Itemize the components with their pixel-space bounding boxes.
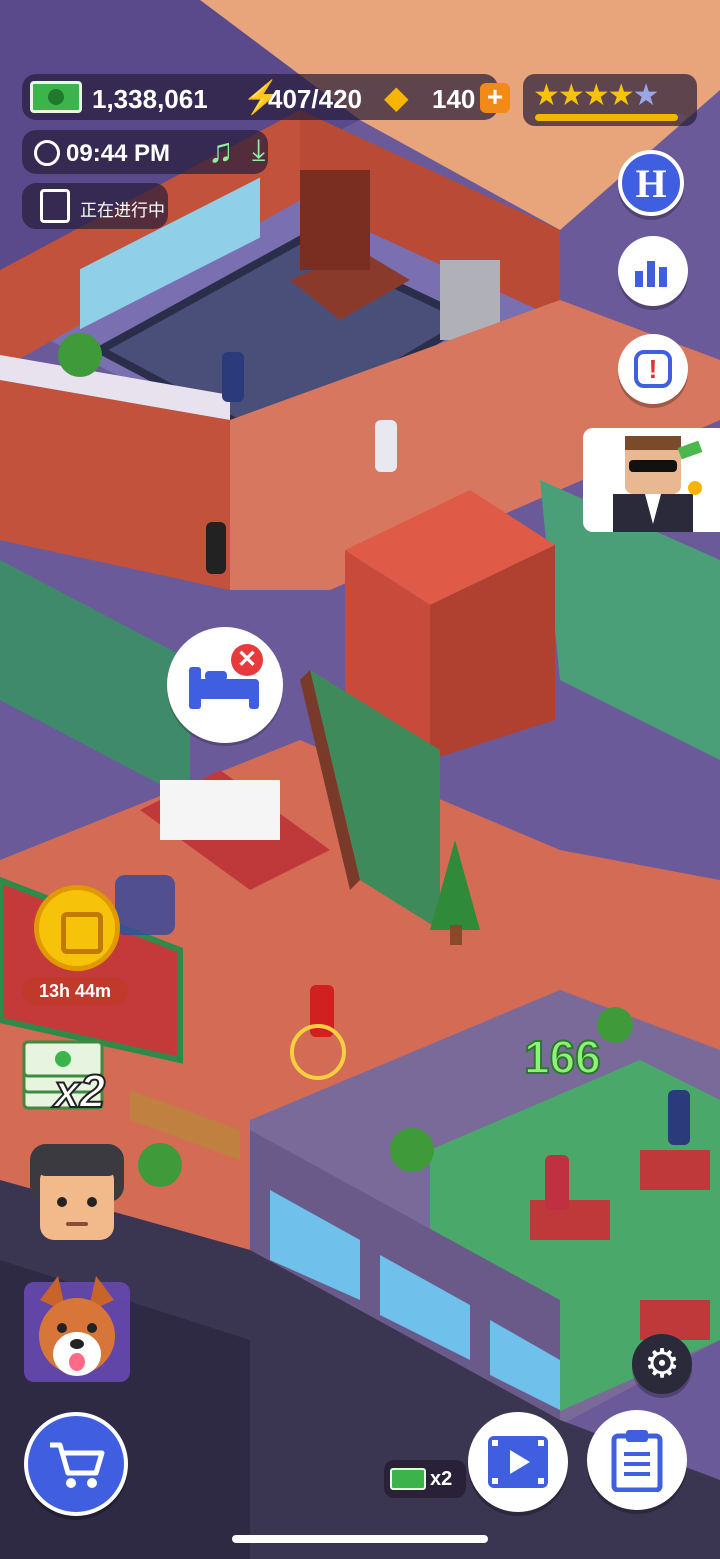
newspaper-icon [40,189,70,223]
tasks-button[interactable] [587,1410,687,1510]
add-gems-button[interactable]: + [480,83,510,113]
clock-bar: 09:44 PM ♫ ⤓ [22,130,268,174]
pet-dog[interactable] [20,1270,134,1390]
clock-icon [34,140,60,166]
gem-icon: ◆ [384,79,409,115]
home-indicator [232,1535,488,1543]
coin-icon [34,885,120,971]
video-play-icon [488,1436,548,1488]
cash-boost[interactable]: x2 [20,1030,140,1125]
watch-ad-button[interactable] [468,1412,568,1512]
manager-avatar-icon [30,1144,124,1240]
gear-icon: ⚙ [644,1342,680,1386]
rating-progress-bar [535,114,685,121]
status-panel[interactable]: 正在进行中 [22,183,168,229]
game-time: 09:44 PM [66,140,171,167]
cash-icon [30,81,82,113]
download-icon[interactable]: ⤓ [252,134,265,168]
star-icon: ★ [533,79,560,112]
star-icon: ★ [582,79,610,112]
ad-multiplier: x2 [430,1468,453,1490]
cart-icon [50,1442,105,1488]
vip-guest-card[interactable] [583,428,720,532]
gem-value: 140 [432,84,476,114]
rating-panel[interactable]: ★★★★★ [523,74,697,126]
room-needed-bubble[interactable]: ✕ [167,627,283,743]
settings-button[interactable]: ⚙ [632,1334,692,1394]
cash-multiplier: x2 [53,1064,106,1118]
clipboard-icon [611,1430,663,1492]
star-icon: ★ [607,79,635,112]
alert-icon: ! [634,350,672,388]
shop-button[interactable] [24,1412,128,1516]
dog-icon [24,1276,130,1382]
bed-icon [189,667,259,709]
floating-income: 166 [523,1030,602,1084]
manager-portrait[interactable] [22,1140,132,1260]
energy-value: 407/420 [268,84,362,114]
ad-boost-indicator: x2 [384,1460,466,1498]
rating-stars: ★★★★★ [533,78,660,113]
star-icon: ★ [557,79,585,112]
cash-icon [390,1468,426,1490]
close-icon: ✕ [231,644,263,676]
cash-value: 1,338,061 [92,84,208,114]
coin-timer: 13h 44m [22,977,128,1005]
hotel-letter: H [635,160,667,206]
stats-button[interactable] [618,236,688,306]
star-icon: ★ [632,79,660,112]
bar-chart-icon [635,261,667,287]
alert-button[interactable]: ! [618,334,688,404]
status-text: 正在进行中 [80,201,165,220]
music-note-icon[interactable]: ♫ [208,132,234,171]
vip-avatar-icon [613,436,703,532]
coin-bonus[interactable]: 13h 44m [22,885,132,1010]
resource-bar: 1,338,061 ⚡ 407/420 ◆ 140 + [22,74,510,120]
hotel-button[interactable]: H [618,150,684,216]
